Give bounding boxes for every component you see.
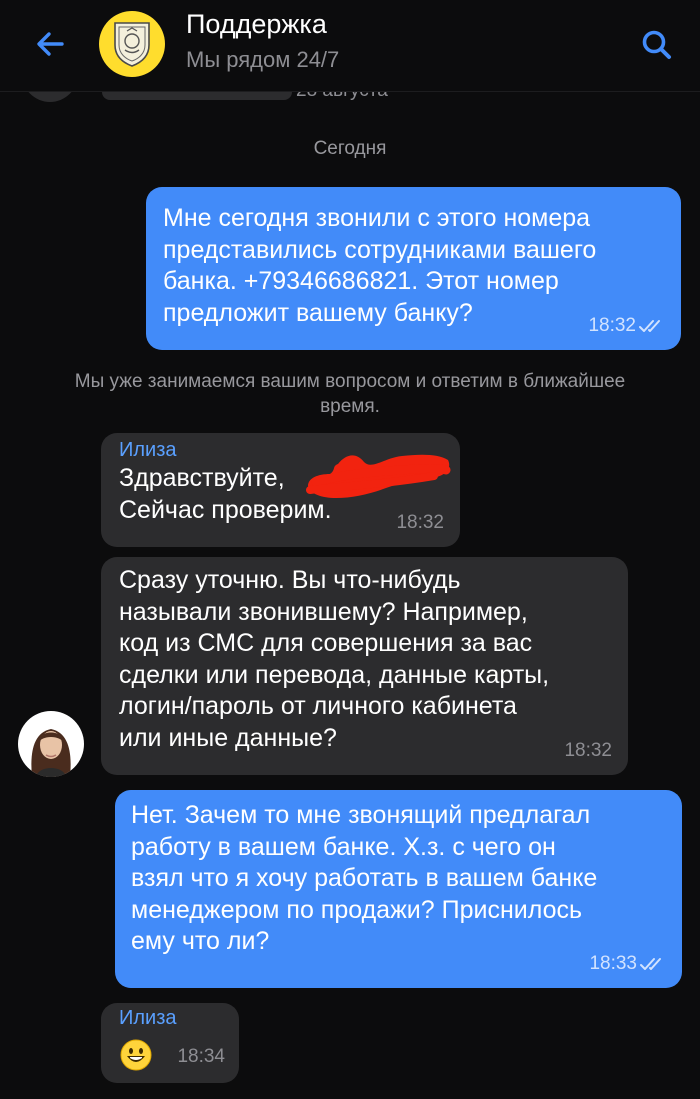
- message-time: 18:32: [564, 740, 612, 761]
- date-separator: Сегодня: [313, 138, 387, 159]
- message-time: 18:32: [396, 512, 444, 533]
- redaction-scribble: [306, 454, 451, 498]
- message-time: 18:34: [177, 1046, 225, 1067]
- message-text: Нет. Зачем то мне звонящий предлагал раб…: [131, 801, 598, 955]
- outgoing-message-bubble[interactable]: Мне сегодня звонили с этого номера предс…: [146, 187, 681, 350]
- message-time: 18:33: [589, 953, 637, 974]
- agent-avatar[interactable]: [18, 711, 84, 777]
- message-text: Мне сегодня звонили с этого номера предс…: [163, 204, 597, 327]
- tinkoff-emblem-icon: [114, 22, 150, 67]
- message-meta: 18:33: [589, 954, 666, 974]
- arrow-left-icon: [37, 32, 64, 56]
- agent-photo-icon: [18, 711, 84, 777]
- double-check-icon: [639, 320, 660, 332]
- message-meta: 18:32: [564, 741, 612, 761]
- message-text: Сразу уточню. Вы что-нибудь называли зво…: [119, 566, 550, 752]
- chat-avatar[interactable]: [99, 11, 165, 77]
- message-time: 18:32: [588, 315, 636, 336]
- system-message: Мы уже занимаемся вашим вопросом и ответ…: [74, 371, 626, 417]
- search-button[interactable]: [636, 24, 678, 66]
- chat-title: Поддержка: [186, 9, 327, 39]
- message-meta: 18:32: [396, 513, 444, 533]
- message-meta: 18:34: [177, 1047, 225, 1067]
- search-icon: [642, 30, 671, 59]
- chat-subtitle: Мы рядом 24/7: [186, 47, 340, 72]
- sender-name: Илиза: [119, 1007, 177, 1029]
- message-meta: 18:32: [588, 316, 665, 336]
- back-button[interactable]: [30, 24, 70, 64]
- chat-header: Поддержка Мы рядом 24/7: [0, 0, 700, 92]
- outgoing-message-bubble[interactable]: Нет. Зачем то мне звонящий предлагал раб…: [115, 790, 682, 988]
- incoming-message-bubble[interactable]: Сразу уточню. Вы что-нибудь называли зво…: [101, 557, 628, 775]
- double-check-icon: [640, 958, 661, 970]
- smiling-emoji: [120, 1039, 152, 1071]
